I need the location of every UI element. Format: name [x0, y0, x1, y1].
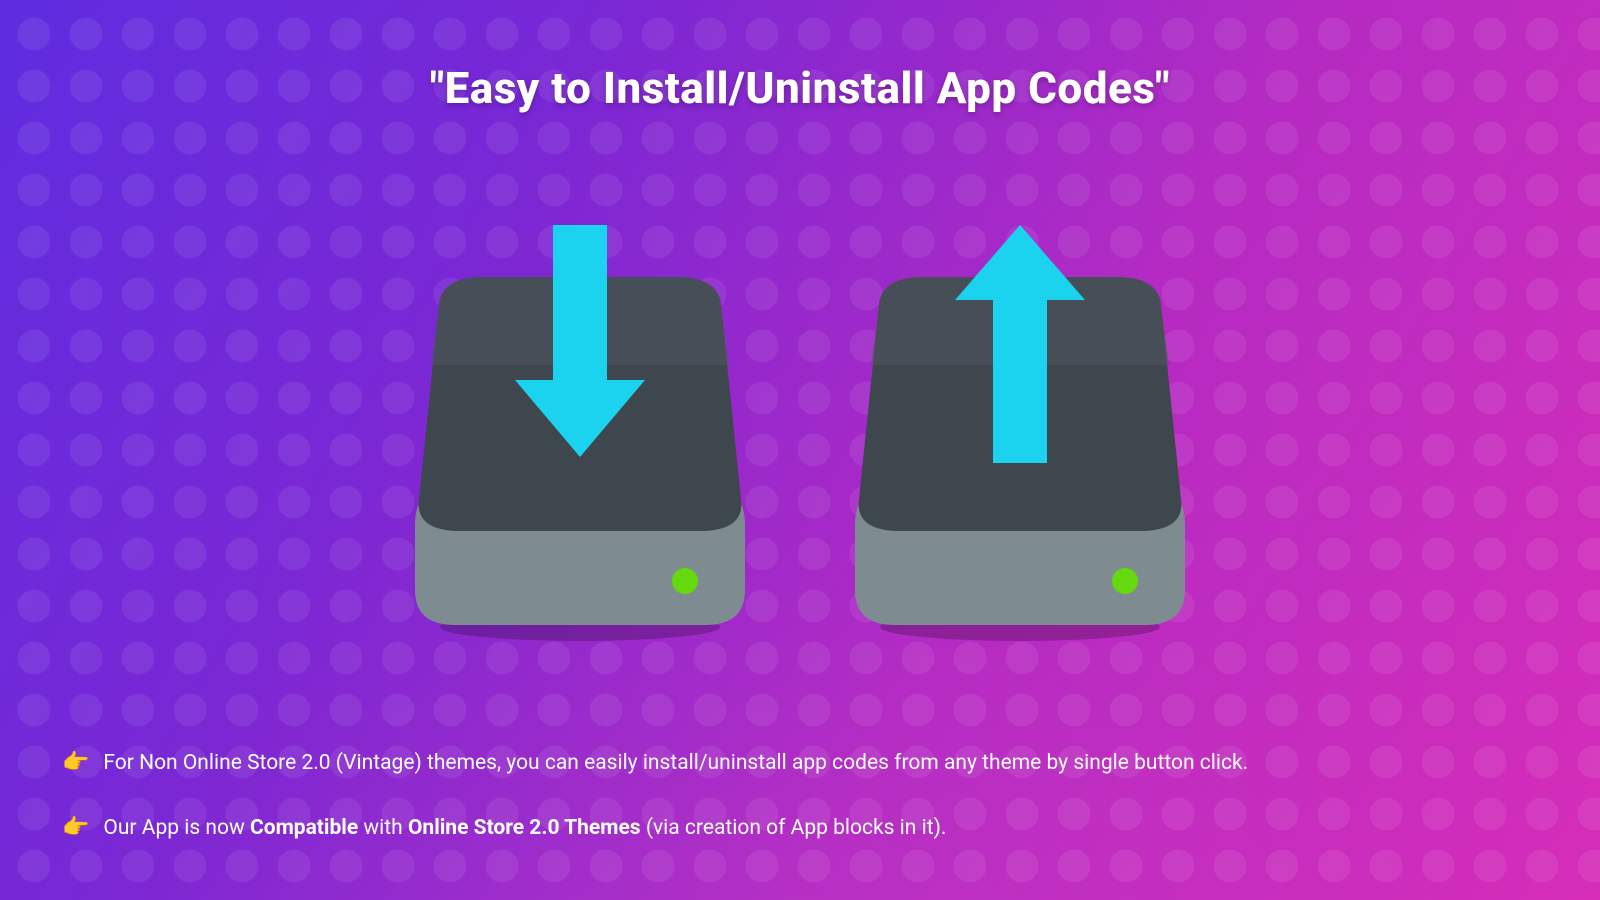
- pointing-hand-icon: 👉: [62, 749, 89, 777]
- bullet-item: 👉 Our App is now Compatible with Online …: [62, 814, 1538, 842]
- drive-down-svg: [405, 225, 755, 645]
- promo-banner: "Easy to Install/Uninstall App Codes": [0, 0, 1600, 900]
- drive-uninstall-icon: [845, 225, 1195, 645]
- pointing-hand-icon: 👉: [62, 814, 89, 842]
- bullet-text: Our App is now Compatible with Online St…: [103, 814, 946, 842]
- drive-up-svg: [845, 225, 1195, 645]
- drive-install-icon: [405, 225, 755, 645]
- drive-icons-row: [0, 225, 1600, 645]
- bullet-text: For Non Online Store 2.0 (Vintage) theme…: [103, 749, 1248, 777]
- headline: "Easy to Install/Uninstall App Codes": [0, 62, 1600, 114]
- feature-bullets: 👉 For Non Online Store 2.0 (Vintage) the…: [62, 749, 1538, 842]
- bullet-item: 👉 For Non Online Store 2.0 (Vintage) the…: [62, 749, 1538, 777]
